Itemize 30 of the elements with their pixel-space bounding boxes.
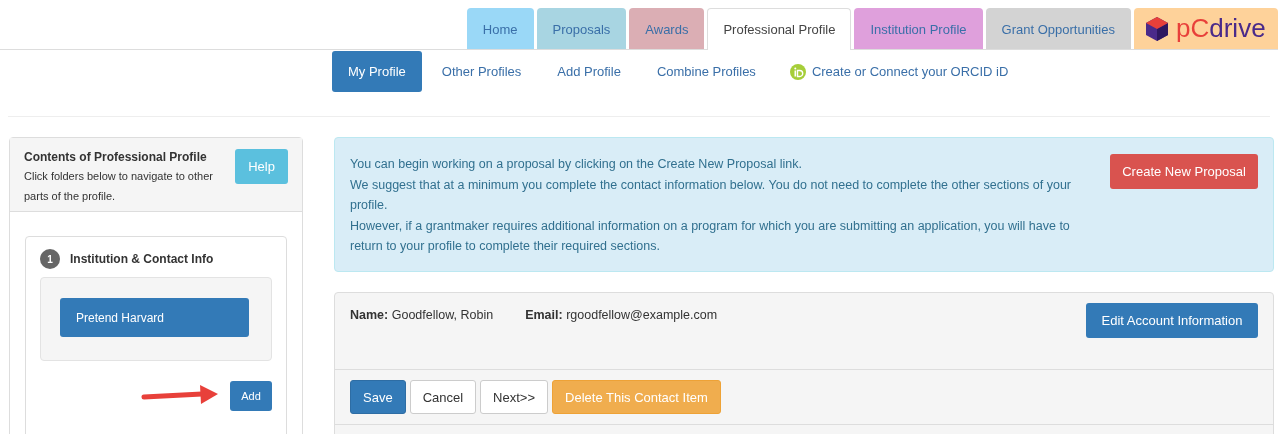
name-text: Name: Goodfellow, Robin bbox=[350, 308, 494, 324]
nav-tab[interactable]: Proposals bbox=[536, 8, 627, 49]
sidebar-subtitle: Click folders below to navigate to other parts of the profile. bbox=[24, 169, 214, 204]
nav-tab[interactable]: Institution Profile bbox=[854, 8, 983, 49]
brand-logo[interactable]: pCdrive bbox=[1134, 8, 1278, 49]
alert-text: You can begin working on a proposal by clicking on the Create New Proposal link. bbox=[350, 156, 803, 173]
institution-item[interactable]: Pretend Harvard bbox=[60, 298, 249, 337]
action-button[interactable]: Cancel bbox=[409, 380, 477, 414]
orcid-link[interactable]: Create or Connect your ORCID iD bbox=[811, 64, 1009, 79]
cube-icon bbox=[1146, 16, 1168, 41]
add-button[interactable]: Add bbox=[230, 381, 272, 411]
create-proposal-button[interactable]: Create New Proposal bbox=[1110, 154, 1258, 189]
nav-tab[interactable]: Professional Profile bbox=[707, 8, 852, 50]
action-button[interactable]: Save bbox=[350, 380, 406, 414]
nav-tab[interactable]: Grant Opportunities bbox=[985, 8, 1131, 49]
profile-nav-link[interactable]: Add Profile bbox=[541, 51, 637, 92]
nav-tab[interactable]: Awards bbox=[629, 8, 705, 49]
orcid-icon bbox=[789, 63, 806, 80]
nav-tab[interactable]: Home bbox=[466, 8, 534, 49]
sidebar-title: Contents of Professional Profile bbox=[24, 150, 208, 164]
section-title[interactable]: Institution & Contact Info bbox=[70, 252, 214, 266]
alert-text: We suggest that at a minimum you complete the contact information below. You do not need to complete the other sections of your profile. bbox=[350, 176, 1073, 214]
profile-nav-link[interactable]: Other Profiles bbox=[425, 51, 538, 92]
action-button[interactable]: Next>> bbox=[480, 380, 549, 414]
profile-nav-link[interactable]: My Profile bbox=[332, 51, 422, 92]
email-text: Email: rgoodfellow@example.com bbox=[525, 308, 718, 324]
edit-account-button[interactable]: Edit Account Information bbox=[1086, 303, 1258, 338]
alert-text: However, if a grantmaker requires additional information on a program for which you are submitting an application, you will have to return to your profile to complete their required sections. bbox=[350, 217, 1071, 255]
step-number: 1 bbox=[40, 249, 60, 269]
profile-nav-link[interactable]: Combine Profiles bbox=[640, 51, 772, 92]
